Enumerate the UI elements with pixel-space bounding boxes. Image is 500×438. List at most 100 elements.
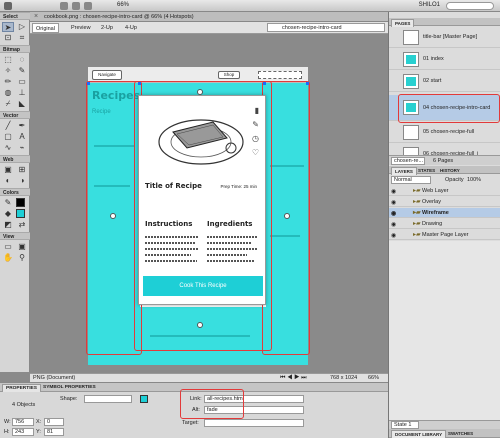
shop-button[interactable]: Shop [218, 71, 240, 79]
playback-controls-icon[interactable]: ⏮ ◀ ▶ ⏭ [280, 374, 307, 382]
slice-tool-icon[interactable]: ⊞ [16, 165, 28, 175]
layers-empty-area [389, 241, 500, 421]
selection-handle[interactable] [197, 89, 203, 95]
blend-mode-dropdown[interactable]: Normal [391, 176, 431, 184]
eye-icon[interactable]: ◉ [391, 231, 396, 241]
width-field[interactable]: 756 [12, 418, 34, 426]
navigate-button[interactable]: Navigate [92, 70, 122, 80]
hotspot-tool-icon[interactable]: ▣ [2, 165, 14, 175]
fill-color-swatch[interactable] [16, 209, 25, 218]
target-field[interactable] [204, 419, 304, 427]
show-slices-icon[interactable]: ◑ [16, 176, 28, 186]
view-original-button[interactable]: Original [32, 23, 59, 33]
x-field[interactable]: 0 [44, 418, 64, 426]
scale-tool-icon[interactable]: ⊡ [2, 33, 14, 43]
view-4up-button[interactable]: 4-Up [122, 23, 140, 33]
line-tool-icon[interactable]: ╱ [2, 121, 14, 131]
selection-handle[interactable] [284, 213, 290, 219]
page-row-chosen-recipe-full[interactable]: 05 chosen-recipe-full [389, 122, 500, 143]
subselect-tool-icon[interactable]: ▷ [16, 22, 28, 32]
knife-tool-icon[interactable]: ⌁ [16, 143, 28, 153]
hotspot-color-swatch[interactable] [140, 395, 148, 403]
layer-row-drawing[interactable]: ◉ ▸▰ Drawing [389, 219, 500, 229]
folder-icon: ▸▰ [413, 188, 421, 194]
view-2up-button[interactable]: 2-Up [98, 23, 116, 33]
crop-tool-icon[interactable]: ⌗ [16, 33, 28, 43]
wand-tool-icon[interactable]: ✧ [2, 66, 14, 76]
page-icon[interactable] [60, 2, 68, 10]
swap-colors-icon[interactable]: ⇄ [16, 220, 28, 230]
tab-history[interactable]: HISTORY [437, 167, 463, 174]
hand-icon[interactable] [72, 2, 80, 10]
brush-tool-icon[interactable]: ✎ [16, 66, 28, 76]
search-field[interactable] [258, 71, 302, 79]
pen-tool-icon[interactable]: ✒ [16, 121, 28, 131]
eraser-tool-icon[interactable]: ▭ [16, 77, 28, 87]
eye-icon[interactable]: ◉ [391, 187, 396, 197]
magnify-icon[interactable] [84, 2, 92, 10]
page-filter-dropdown[interactable]: chosen-re... [391, 157, 425, 165]
layer-row-master-page-layer[interactable]: ◉ ▸▰ Master Page Layer [389, 230, 500, 240]
standard-screen-icon[interactable]: ▭ [2, 242, 14, 252]
layer-row-overlay[interactable]: ◉ ▸▰ Overlay [389, 197, 500, 207]
status-zoom[interactable]: 66% [368, 374, 379, 382]
zoom-tool-icon[interactable]: ⚲ [16, 253, 28, 263]
share-icon[interactable]: ✎ [252, 120, 259, 129]
full-screen-icon[interactable]: ▣ [16, 242, 28, 252]
folder-icon: ▸▰ [413, 199, 421, 205]
tab-symbol-properties[interactable]: SYMBOL PROPERTIES [40, 384, 99, 391]
search-input[interactable] [446, 2, 494, 10]
layer-row-wireframe[interactable]: ◉ ▸▰ Wireframe [389, 208, 500, 218]
view-preview-button[interactable]: Preview [68, 23, 94, 33]
eye-icon[interactable]: ◉ [391, 220, 396, 230]
eye-icon[interactable]: ◉ [391, 209, 396, 219]
shape-dropdown[interactable] [84, 395, 132, 403]
tab-swatches[interactable]: SWATCHES [445, 430, 476, 437]
opacity-value[interactable]: 100% [467, 177, 481, 183]
properties-panel: PROPERTIES SYMBOL PROPERTIES 4 Objects S… [0, 382, 388, 438]
pointer-tool-icon[interactable]: ➤ [2, 22, 14, 32]
close-tab-icon[interactable]: × [34, 13, 38, 20]
page-row-start[interactable]: 02 start [389, 71, 500, 92]
bookmark-icon[interactable]: ▮ [255, 106, 259, 115]
rectangle-tool-icon[interactable]: ▢ [2, 132, 14, 142]
document-tab[interactable]: × cookbook.png : chosen-recipe-intro-car… [30, 12, 388, 22]
tab-properties[interactable]: PROPERTIES [2, 384, 41, 392]
default-colors-icon[interactable]: ◩ [2, 220, 14, 230]
page-select-dropdown[interactable]: chosen-recipe-intro-card [267, 23, 385, 32]
stroke-color-icon[interactable]: ✎ [2, 198, 14, 208]
tab-layers[interactable]: LAYERS [391, 167, 417, 175]
user-name[interactable]: SHILO1 [419, 2, 440, 8]
cook-recipe-button[interactable]: Cook This Recipe [143, 276, 263, 296]
selection-handle[interactable] [110, 213, 116, 219]
page-row-index[interactable]: 01 index [389, 49, 500, 70]
bucket-tool-icon[interactable]: ◣ [16, 99, 28, 109]
lasso-tool-icon[interactable]: ◌ [16, 55, 28, 65]
recipe-card: ▮ ✎ ◷ ♡ Title of Recipe Prep Time: 25 mi… [138, 95, 266, 305]
pencil-tool-icon[interactable]: ✏ [2, 77, 14, 87]
tab-document-library[interactable]: DOCUMENT LIBRARY [391, 430, 447, 438]
selection-handle[interactable] [197, 322, 203, 328]
tab-pages[interactable]: PAGES [391, 19, 415, 27]
eye-icon[interactable]: ◉ [391, 198, 396, 208]
fill-color-icon[interactable]: ◆ [2, 209, 14, 219]
stroke-color-swatch[interactable] [16, 198, 25, 207]
marquee-tool-icon[interactable]: ⬚ [2, 55, 14, 65]
height-field[interactable]: 243 [12, 428, 34, 436]
page-row-master[interactable]: title-bar [Master Page] [389, 27, 500, 48]
blur-tool-icon[interactable]: ◍ [2, 88, 14, 98]
clock-icon[interactable]: ◷ [252, 134, 259, 143]
canvas-area[interactable]: Navigate Shop Recipes Recipe ▮ ✎ ◷ ♡ Tit… [30, 35, 388, 373]
heart-icon[interactable]: ♡ [252, 148, 259, 157]
hand-tool-icon[interactable]: ✋ [2, 253, 14, 263]
zoom-dropdown[interactable]: 66% [117, 2, 129, 8]
tab-states[interactable]: STATES [415, 167, 438, 174]
state-dropdown[interactable]: State 1 [391, 421, 419, 429]
y-field[interactable]: 81 [44, 428, 64, 436]
layer-row-web-layer[interactable]: ◉ ▸▰ Web Layer [389, 186, 500, 196]
stamp-tool-icon[interactable]: ⊥ [16, 88, 28, 98]
freeform-tool-icon[interactable]: ∿ [2, 143, 14, 153]
hide-slices-icon[interactable]: ◐ [2, 176, 14, 186]
eyedropper-tool-icon[interactable]: ⌿ [2, 99, 14, 109]
text-tool-icon[interactable]: A [16, 132, 28, 142]
